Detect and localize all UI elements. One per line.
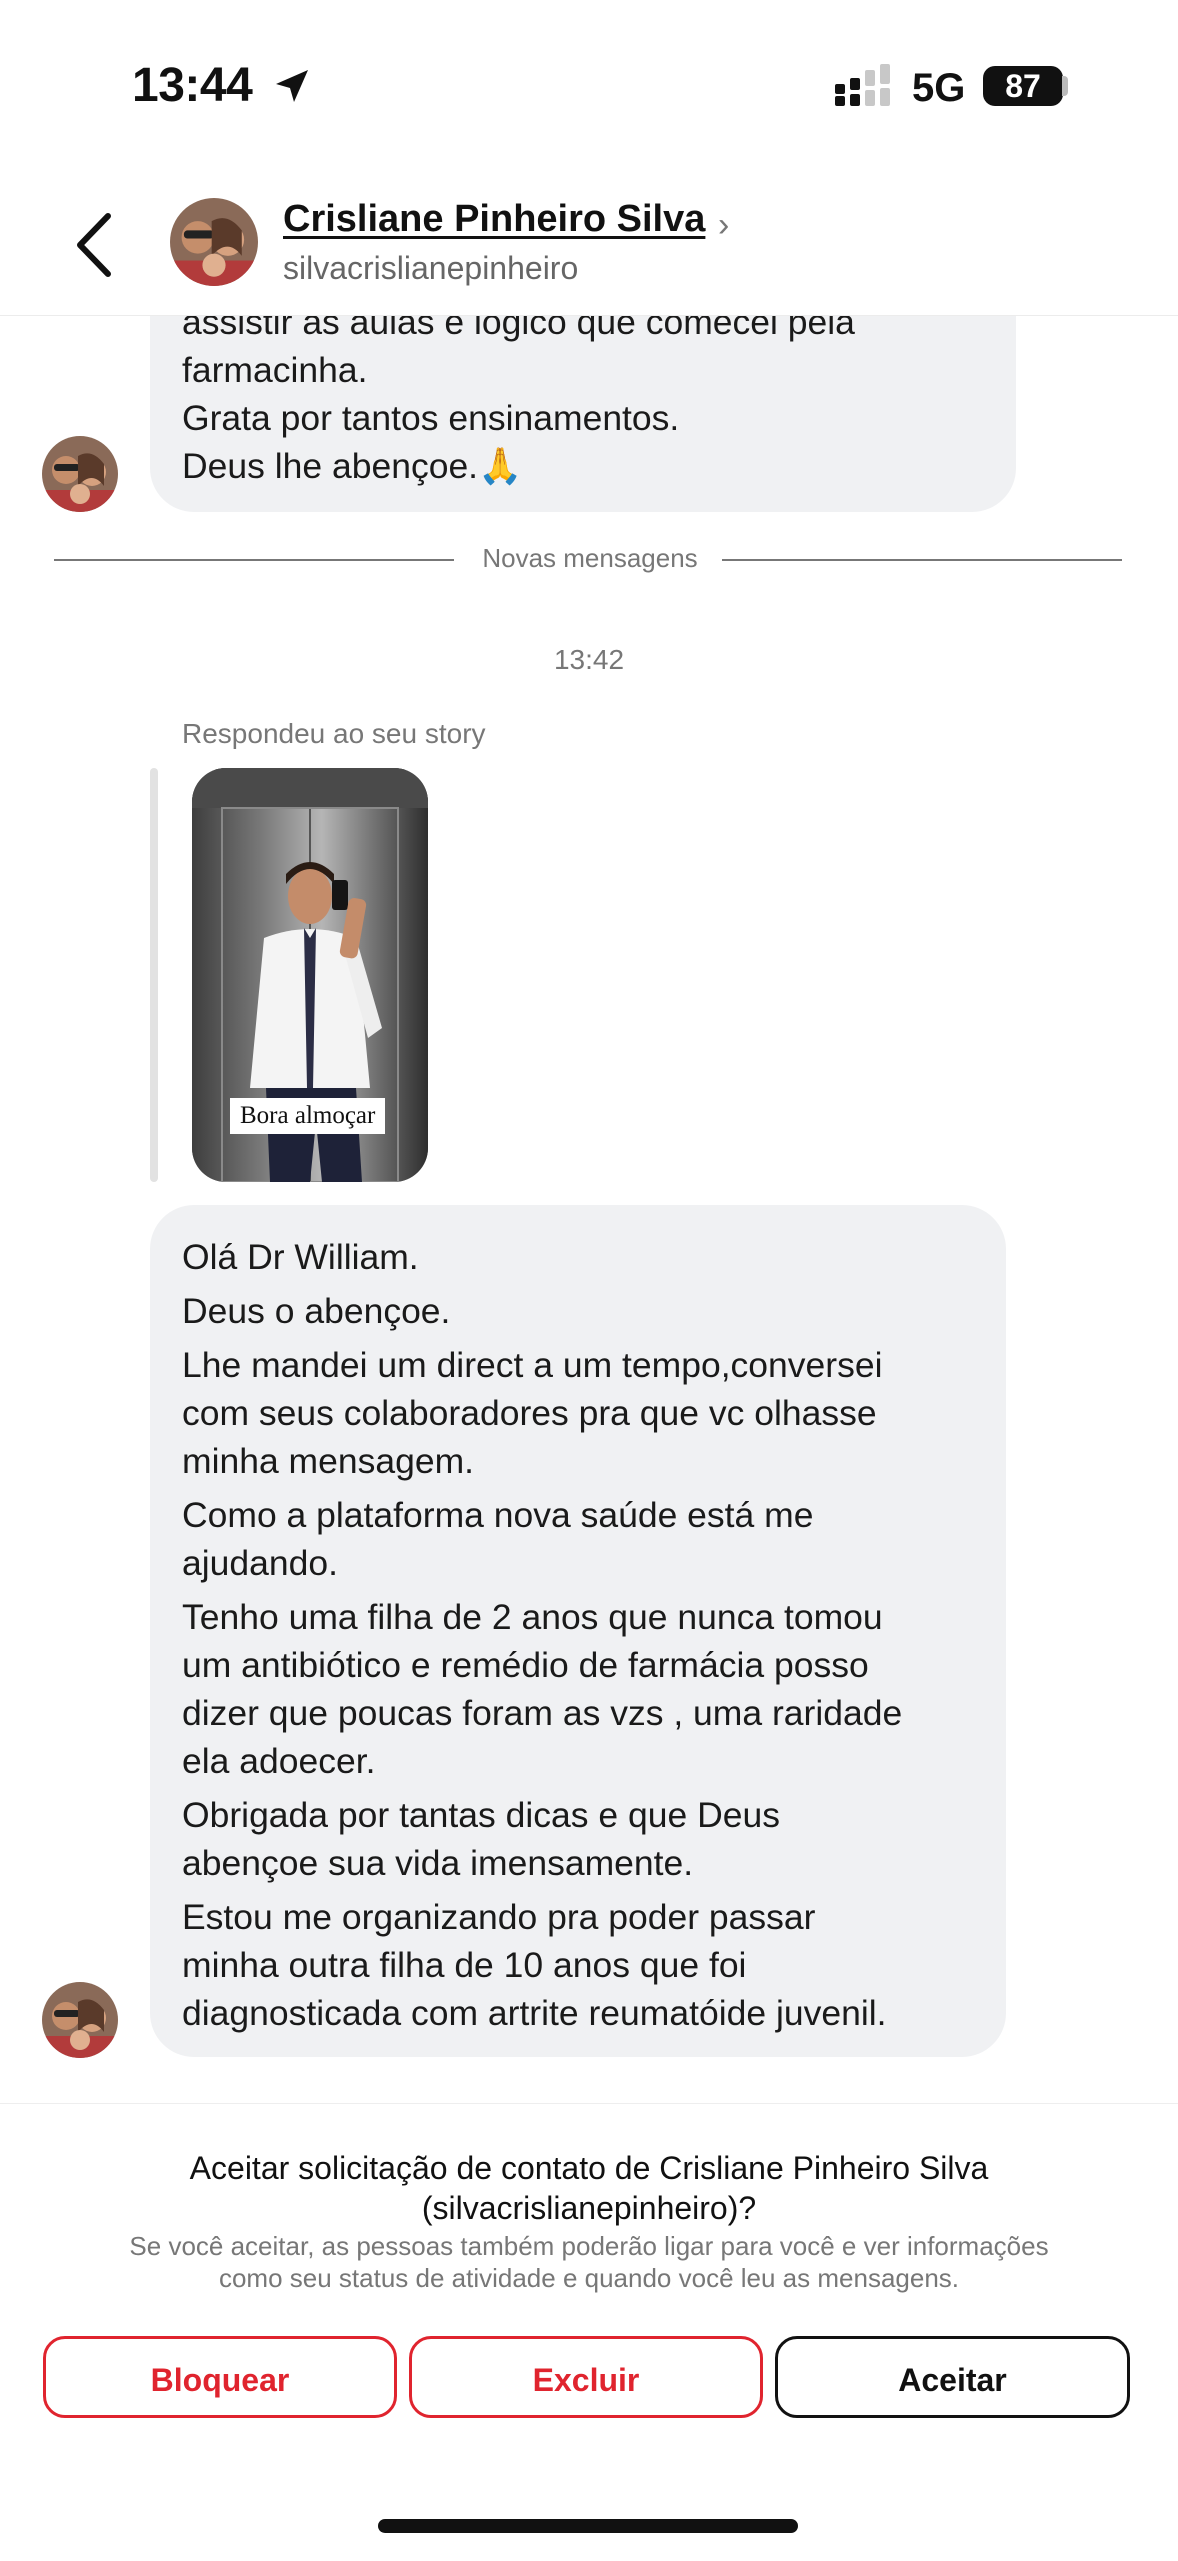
header-avatar[interactable]	[170, 198, 258, 286]
message-line: Estou me organizando pra poder passar	[182, 1897, 816, 1937]
story-reply-label: Respondeu ao seu story	[182, 718, 486, 749]
request-subtitle-line: Se você aceitar, as pessoas também poder…	[129, 2231, 1049, 2261]
reply-quote-bar	[150, 768, 158, 1182]
message-paragraph: Estou me organizando pra poder passar mi…	[182, 1893, 902, 2037]
request-title-line: Aceitar solicitação de contato de Crisli…	[189, 2150, 989, 2186]
accept-button[interactable]: Aceitar	[775, 2336, 1130, 2418]
home-indicator[interactable]	[378, 2519, 798, 2533]
divider-line-right	[722, 559, 1122, 561]
message-line: Obrigada por tantas dicas e que Deus	[182, 1795, 780, 1835]
story-thumbnail[interactable]: Bora almoçar	[192, 768, 428, 1182]
message-line: com seus colaboradores pra que vc olhass…	[182, 1393, 877, 1433]
message-line: minha outra filha de 10 anos que foi	[182, 1945, 747, 1985]
battery-level: 87	[983, 66, 1063, 106]
message-line: abençoe sua vida imensamente.	[182, 1843, 694, 1883]
message-text: Olá Dr William. Deus o abençoe. Lhe mand…	[182, 1233, 902, 2043]
message-paragraph: Como a plataforma nova saúde está me aju…	[182, 1491, 902, 1587]
status-bar: 13:44 5G 87	[0, 0, 1178, 170]
message-request-panel: Aceitar solicitação de contato de Crisli…	[0, 2103, 1178, 2561]
contact-name[interactable]: Crisliane Pinheiro Silva	[283, 198, 705, 241]
message-timestamp: 13:42	[553, 644, 625, 675]
message-line: Lhe mandei um direct a um tempo,converse…	[182, 1345, 883, 1385]
message-paragraph: Tenho uma filha de 2 anos que nunca tomo…	[182, 1593, 902, 1785]
message-line: Grata por tantos ensinamentos.	[182, 398, 680, 438]
network-type: 5G	[912, 66, 966, 110]
message-line: um antibiótico e remédio de farmácia pos…	[182, 1645, 869, 1685]
story-caption: Bora almoçar	[230, 1098, 386, 1134]
message-line: Como a plataforma nova saúde está me	[182, 1495, 814, 1535]
clock: 13:44	[132, 59, 253, 112]
message-line: dizer que poucas foram as vzs , uma rari…	[182, 1693, 903, 1733]
request-title-line: (silvacrislianepinheiro)?	[421, 2190, 757, 2226]
delete-button[interactable]: Excluir	[409, 2336, 763, 2418]
chevron-right-icon[interactable]: ›	[718, 206, 729, 245]
sender-avatar[interactable]	[42, 436, 118, 512]
chat-header: Crisliane Pinheiro Silva › silvacrislian…	[0, 170, 1178, 316]
block-button[interactable]: Bloquear	[43, 2336, 397, 2418]
message-paragraph: Lhe mandei um direct a um tempo,converse…	[182, 1341, 902, 1485]
message-paragraph: Olá Dr William.	[182, 1233, 902, 1281]
message-bubble-latest[interactable]: Olá Dr William. Deus o abençoe. Lhe mand…	[150, 1205, 1006, 2057]
signal-icon	[835, 64, 890, 106]
back-chevron-icon[interactable]	[70, 210, 120, 280]
request-title: Aceitar solicitação de contato de Crisli…	[0, 2148, 1178, 2228]
message-line: minha mensagem.	[182, 1441, 475, 1481]
contact-username: silvacrislianepinheiro	[283, 250, 579, 286]
request-subtitle: Se você aceitar, as pessoas também poder…	[0, 2230, 1178, 2294]
request-subtitle-line: como seu status de atividade e quando vo…	[218, 2263, 960, 2293]
message-line: diagnosticada com artrite reumatóide juv…	[182, 1993, 887, 2033]
message-line: Deus lhe abençoe.🙏	[182, 446, 523, 486]
message-line: Tenho uma filha de 2 anos que nunca tomo…	[182, 1597, 883, 1637]
message-line: Deus o abençoe.	[182, 1291, 451, 1331]
message-line: ajudando.	[182, 1543, 338, 1583]
sender-avatar[interactable]	[42, 1982, 118, 2058]
location-arrow-icon	[276, 70, 308, 102]
message-paragraph: Obrigada por tantas dicas e que Deus abe…	[182, 1791, 902, 1887]
message-paragraph: Deus o abençoe.	[182, 1287, 902, 1335]
message-line: Olá Dr William.	[182, 1237, 419, 1277]
message-line: ela adoecer.	[182, 1741, 376, 1781]
divider-line-left	[54, 559, 454, 561]
message-line: farmacinha.	[182, 350, 368, 390]
new-messages-divider: Novas mensagens	[482, 543, 698, 573]
message-text: assistir as aulas e logico que comecei p…	[182, 298, 855, 490]
battery-tip	[1062, 76, 1068, 96]
